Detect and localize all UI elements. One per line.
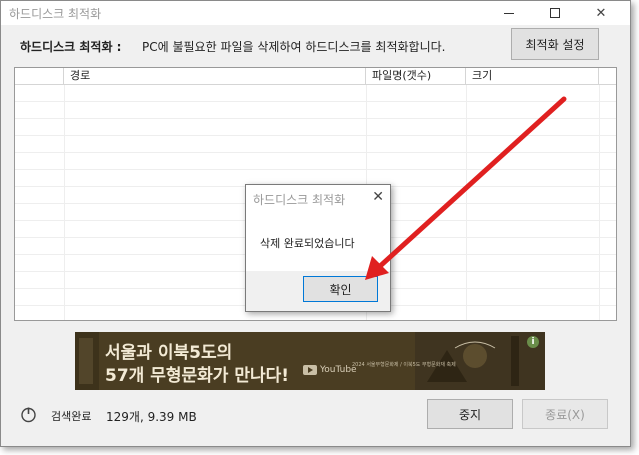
column-header-path[interactable]: 경로 (64, 68, 366, 85)
ad-fine-print: 2024 서울무형문화제 / 이북5도 무형문화재 축제 (352, 362, 456, 368)
completion-dialog: 하드디스크 최적화 ✕ 삭제 완료되었습니다 확인 (245, 184, 391, 312)
minimize-icon (504, 12, 514, 14)
title-bar: 하드디스크 최적화 ✕ (1, 1, 630, 25)
power-icon (21, 407, 36, 423)
column-divider (599, 85, 600, 320)
maximize-icon (550, 8, 560, 18)
ad-headline-1: 서울과 이북5도의 (105, 343, 233, 363)
section-label: 하드디스크 최적화 : (20, 40, 122, 54)
close-icon: ✕ (595, 5, 607, 21)
exit-button[interactable]: 종료(X) (522, 399, 608, 429)
minimize-button[interactable] (486, 1, 532, 25)
window-title: 하드디스크 최적화 (9, 7, 102, 21)
dialog-message: 삭제 완료되었습니다 (260, 237, 355, 250)
column-header-blank[interactable] (15, 68, 64, 85)
status-text: 검색완료 (51, 410, 92, 423)
list-header: 경로 파일명(갯수) 크기 (15, 68, 616, 85)
dialog-title: 하드디스크 최적화 (253, 193, 346, 207)
dialog-title-bar: 하드디스크 최적화 ✕ (246, 185, 390, 213)
column-divider (64, 85, 65, 320)
optimize-settings-button[interactable]: 최적화 설정 (511, 28, 599, 60)
column-header-size[interactable]: 크기 (466, 68, 599, 85)
close-button[interactable]: ✕ (578, 1, 624, 25)
main-window: 하드디스크 최적화 ✕ 하드디스크 최적화 : PC에 불필요한 파일을 삭제하… (0, 0, 631, 447)
section-description: PC에 불필요한 파일을 삭제하여 하드디스크를 최적화합니다. (142, 40, 446, 54)
dialog-body: 삭제 완료되었습니다 (246, 213, 390, 271)
column-divider (466, 85, 467, 320)
stop-button[interactable]: 중지 (427, 399, 513, 429)
dialog-close-icon[interactable]: ✕ (372, 189, 384, 205)
column-header-filename[interactable]: 파일명(갯수) (366, 68, 466, 85)
ad-headline-2: 57개 무형문화가 만나다! (105, 366, 290, 386)
youtube-icon (303, 365, 317, 375)
ok-button[interactable]: 확인 (303, 276, 378, 302)
status-count: 129개, 9.39 MB (106, 410, 197, 424)
maximize-button[interactable] (532, 1, 578, 25)
ad-banner[interactable]: 서울과 이북5도의 57개 무형문화가 만나다! YouTube 2024 서울… (75, 332, 545, 390)
ad-youtube-logo: YouTube (303, 365, 357, 375)
info-icon[interactable]: i (527, 336, 539, 348)
